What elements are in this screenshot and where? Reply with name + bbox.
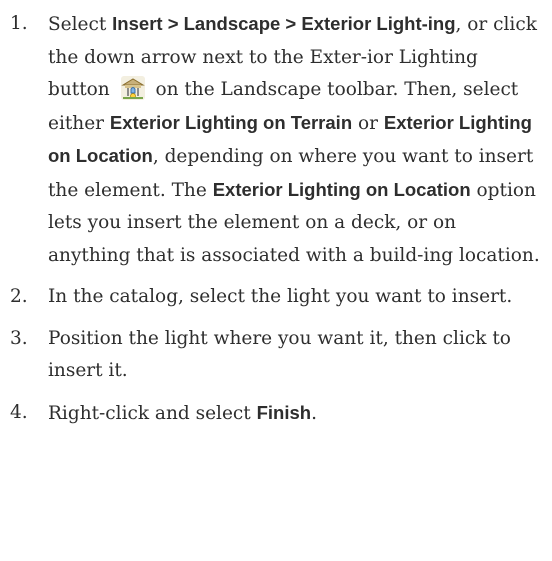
finish-command: Finish bbox=[256, 401, 312, 423]
step-2: 2. In the catalog, select the light you … bbox=[0, 281, 552, 314]
step-1: 1. Select Insert > Landscape > Exterior … bbox=[0, 8, 552, 272]
instruction-steps: 1. Select Insert > Landscape > Exterior … bbox=[0, 8, 552, 439]
menu-path: Insert > Landscape > Exterior Light-ing bbox=[112, 13, 456, 34]
option-terrain: Exterior Lighting on Terrain bbox=[109, 111, 353, 133]
step-number: 1. bbox=[10, 13, 28, 34]
step-text: Select Insert > Landscape > Exterior Lig… bbox=[48, 13, 540, 266]
step-number: 4. bbox=[10, 401, 28, 423]
step-number: 3. bbox=[10, 327, 28, 349]
step-text: Position the light where you want it, th… bbox=[48, 327, 511, 382]
step-text: In the catalog, select the light you wan… bbox=[48, 286, 513, 307]
option-location: Exterior Lighting on Location bbox=[212, 178, 471, 200]
exterior-lighting-icon bbox=[120, 75, 146, 101]
step-3: 3. Position the light where you want it,… bbox=[0, 323, 552, 388]
step-text: Right-click and select Finish. bbox=[48, 401, 317, 424]
step-4: 4. Right-click and select Finish. bbox=[0, 397, 552, 431]
step-number: 2. bbox=[10, 286, 28, 307]
